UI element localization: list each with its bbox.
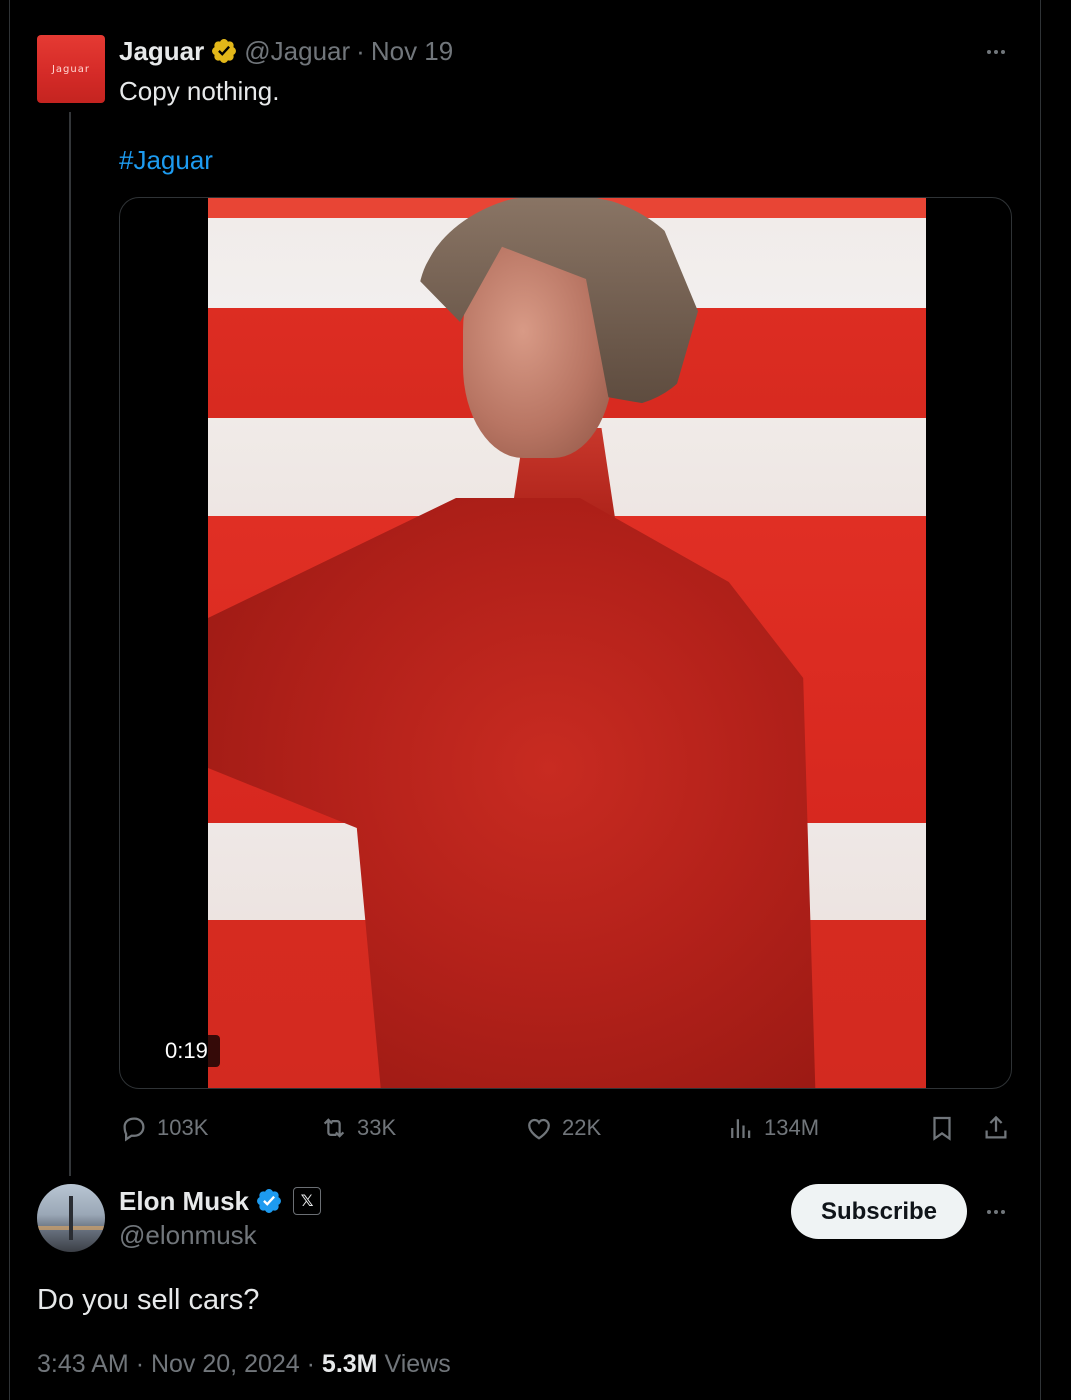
bookmark-icon	[933, 1116, 951, 1141]
share-button[interactable]	[981, 1108, 1011, 1148]
reply-button[interactable]: 103K	[119, 1108, 208, 1148]
x-affiliate-badge-icon[interactable]: 𝕏	[293, 1187, 322, 1215]
like-button[interactable]: 22K	[524, 1108, 601, 1148]
header-separator: ·	[356, 35, 365, 66]
repost-button[interactable]: 33K	[319, 1108, 396, 1148]
tweet-header: Jaguar @Jaguar · Nov 19	[119, 36, 453, 66]
more-options-icon[interactable]	[982, 40, 1010, 64]
reply-date[interactable]: Nov 20, 2024	[151, 1350, 300, 1379]
share-icon	[985, 1115, 1007, 1139]
tweet-actions-bar: 103K 33K 22K 134M	[119, 1108, 1012, 1148]
reply-author-name[interactable]: Elon Musk	[119, 1186, 249, 1217]
tweet-text: Copy nothing.	[119, 76, 280, 106]
views-count: 134M	[764, 1115, 820, 1140]
author-name[interactable]: Jaguar	[119, 36, 204, 67]
video-duration-badge: 0:19	[153, 1035, 220, 1067]
reply-text: Do you sell cars?	[37, 1284, 260, 1316]
repost-icon	[323, 1118, 345, 1138]
reply-count: 103K	[157, 1115, 209, 1140]
reply-more-options-icon[interactable]	[982, 1200, 1010, 1224]
verified-gold-badge-icon[interactable]	[210, 37, 238, 65]
reply-time[interactable]: 3:43 AM	[37, 1350, 129, 1379]
reply-views-count: 5.3M	[321, 1350, 378, 1378]
video-frame	[208, 198, 926, 1088]
like-count: 22K	[562, 1115, 602, 1140]
views-button[interactable]: 134M	[726, 1108, 819, 1148]
repost-count: 33K	[357, 1115, 397, 1140]
meta-separator-2: ·	[306, 1350, 315, 1378]
tweet-date[interactable]: Nov 19	[371, 36, 453, 67]
column-border-right	[1040, 0, 1041, 1400]
hashtag-link[interactable]: #Jaguar	[119, 145, 213, 176]
video-player[interactable]: 0:19	[119, 197, 1012, 1089]
verified-blue-badge-icon[interactable]	[255, 1187, 283, 1215]
reply-icon	[123, 1117, 145, 1142]
avatar-rocket	[69, 1196, 73, 1240]
reply-author-handle[interactable]: @elonmusk	[119, 1220, 257, 1251]
subscribe-button[interactable]: Subscribe	[791, 1184, 967, 1239]
elon-musk-avatar[interactable]	[37, 1184, 105, 1252]
reply-header: Elon Musk 𝕏	[119, 1185, 322, 1217]
author-handle[interactable]: @Jaguar	[244, 36, 350, 67]
analytics-icon	[731, 1119, 751, 1138]
heart-icon	[528, 1118, 550, 1140]
meta-separator-1: ·	[135, 1350, 145, 1378]
jaguar-avatar[interactable]: Jaguar	[37, 35, 105, 103]
reply-meta: 3:43 AM · Nov 20, 2024 · 5.3M Views	[37, 1350, 451, 1379]
column-border-left	[9, 0, 10, 1400]
reply-views-label: Views	[384, 1350, 451, 1378]
thread-line	[69, 112, 71, 1176]
bookmark-button[interactable]	[927, 1108, 957, 1148]
avatar-wordmark: Jaguar	[51, 64, 90, 75]
